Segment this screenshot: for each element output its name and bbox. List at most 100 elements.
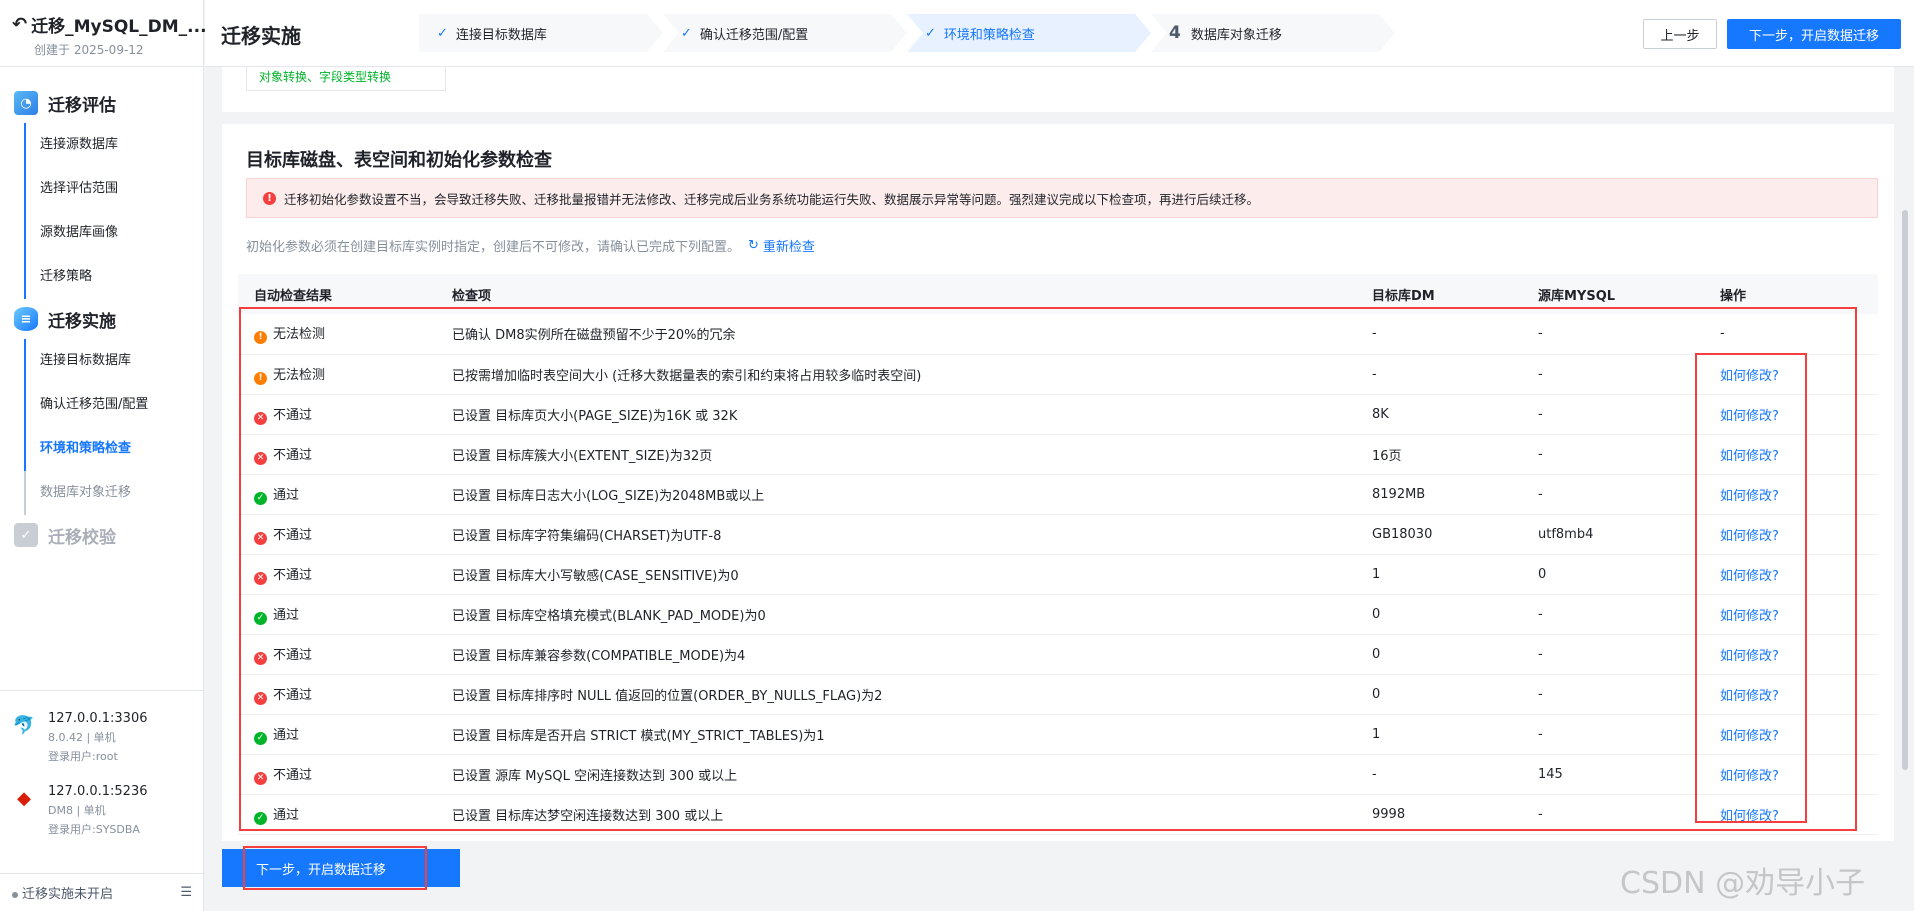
status-fail-icon: ✕ [254,691,267,705]
target-dm-value: 8192MB [1356,474,1522,515]
migration-status: 迁移实施未开启 [12,883,113,902]
refresh-icon[interactable]: ↻ [748,238,759,253]
status-pass-icon: ✓ [254,491,267,505]
watermark: CSDN @劝导小子 [1620,866,1866,901]
how-to-modify-link[interactable]: 如何修改? [1720,489,1779,504]
column-header: 目标库DM [1356,274,1522,314]
table-row: ✕ 不通过 已设置 目标库兼容参数(COMPATIBLE_MODE)为4 0- 如何修改… [238,634,1878,675]
result-text: 不通过 [273,647,313,663]
group-label: 迁移校验 [48,527,116,548]
collapse-icon[interactable]: ☰ [180,885,192,900]
action-cell: 如何修改? [1704,634,1878,675]
group-migration-verification[interactable]: ✓ 迁移校验 [0,515,203,555]
target-dm-value: 8K [1356,394,1522,435]
target-dm-value: 0 [1356,634,1522,675]
action-cell: 如何修改? [1704,794,1878,835]
how-to-modify-link[interactable]: 如何修改? [1720,649,1779,664]
step-label: 连接目标数据库 [455,27,547,43]
scrollbar[interactable] [1902,210,1908,770]
step-connect-target[interactable]: ✓ 连接目标数据库 [419,14,663,52]
result-text: 通过 [273,807,300,823]
assessment-icon: ◔ [14,91,38,115]
project-title: 迁移_MySQL_DM_... [31,17,207,37]
action-cell: 如何修改? [1704,394,1878,435]
result-cell: ✕ 不通过 [238,674,436,715]
source-mysql-value: - [1522,674,1704,715]
how-to-modify-link[interactable]: 如何修改? [1720,729,1779,744]
result-cell: ✕ 不通过 [238,394,436,435]
project-title-row[interactable]: ↶ 迁移_MySQL_DM_... ⌄ [12,12,221,37]
step-object-migration[interactable]: 4 数据库对象迁移 [1151,14,1395,52]
table-header-row: 自动检查结果 检查项 目标库DM 源库MYSQL 操作 [238,274,1878,314]
check-icon: ✓ [437,25,448,41]
status-fail-icon: ✕ [254,771,267,785]
sidebar-item-confirm-scope[interactable]: 确认迁移范围/配置 [26,383,203,427]
table-row: ✕ 不通过 已设置 目标库字符集编码(CHARSET)为UTF-8 GB18030 ut… [238,514,1878,555]
target-dm-value: 1 [1356,714,1522,755]
how-to-modify-link[interactable]: 如何修改? [1720,369,1779,384]
how-to-modify-link[interactable]: 如何修改? [1720,529,1779,544]
result-cell: ✓ 通过 [238,714,436,755]
target-dm-value: 1 [1356,554,1522,595]
table-row: ✕ 不通过 已设置 目标库排序时 NULL 值返回的位置(ORDER_BY_NULL… [238,674,1878,715]
sidebar-item-connect-source[interactable]: 连接源数据库 [26,123,203,167]
source-mysql-value: - [1522,474,1704,515]
how-to-modify-link[interactable]: 如何修改? [1720,409,1779,424]
source-mysql-value: - [1522,634,1704,675]
check-item-cell: 已设置 目标库达梦空闲连接数达到 300 或以上 [436,794,1356,835]
step-confirm-scope[interactable]: ✓ 确认迁移范围/配置 [663,14,907,52]
table-row: ✓ 通过 已设置 目标库日志大小(LOG_SIZE)为2048MB或以上 8192MB… [238,474,1878,515]
step-env-check[interactable]: ✓ 环境和策略检查 [907,14,1151,52]
result-cell: ✕ 不通过 [238,514,436,555]
target-dm-value: 0 [1356,674,1522,715]
step-progress: ✓ 连接目标数据库 ✓ 确认迁移范围/配置 ✓ 环境和策略检查 4 数据库对象迁… [419,14,1395,52]
prev-step-button[interactable]: 上一步 [1643,19,1717,49]
status-fail-icon: ✕ [254,451,267,465]
sidebar-item-object-migration[interactable]: 数据库对象迁移 [26,471,203,515]
how-to-modify-link[interactable]: 如何修改? [1720,809,1779,824]
error-icon: ! [263,191,276,205]
step-label: 确认迁移范围/配置 [699,27,809,43]
source-mysql-value: utf8mb4 [1522,514,1704,555]
status-dot [12,891,18,898]
sidebar-item-select-scope[interactable]: 选择评估范围 [26,167,203,211]
table-row: ! 无法检测 已按需增加临时表空间大小 (迁移大数据量表的索引和约束将占用较多临时表… [238,354,1878,395]
table-row: ✓ 通过 已设置 目标库是否开启 STRICT 模式(MY_STRICT_TABLE… [238,714,1878,755]
source-mysql-value: 145 [1522,754,1704,795]
connection-target[interactable]: ◆ 127.0.0.1:5236 DM8 | 单机 登录用户:SYSDBA [12,784,204,837]
group-migration-assessment[interactable]: ◔ 迁移评估 [0,83,203,123]
connection-source[interactable]: 🐬 127.0.0.1:3306 8.0.42 | 单机 登录用户:root [12,711,204,764]
sidebar-item-connect-target[interactable]: 连接目标数据库 [26,339,203,383]
status-fail-icon: ✕ [254,571,267,585]
check-item-cell: 已设置 目标库兼容参数(COMPATIBLE_MODE)为4 [436,634,1356,675]
how-to-modify-link[interactable]: 如何修改? [1720,769,1779,784]
check-item-cell: 已设置 源库 MySQL 空闲连接数达到 300 或以上 [436,754,1356,795]
status-fail-icon: ✕ [254,651,267,665]
status-pass-icon: ✓ [254,611,267,625]
how-to-modify-link[interactable]: 如何修改? [1720,449,1779,464]
action-cell: 如何修改? [1704,754,1878,795]
connection-user: 登录用户:root [48,750,118,763]
group-label: 迁移实施 [48,311,116,332]
sidebar-footer: 迁移实施未开启 ☰ [0,873,204,911]
next-step-button[interactable]: 下一步，开启数据迁移 [1727,19,1901,49]
group-migration-implementation[interactable]: ≡ 迁移实施 [0,299,203,339]
status-warn-icon: ! [254,331,267,345]
sidebar-item-env-check[interactable]: 环境和策略检查 [26,427,203,471]
next-step-bottom-button[interactable]: 下一步，开启数据迁移 [222,849,460,887]
table-row: ✕ 不通过 已设置 目标库大小写敏感(CASE_SENSITIVE)为0 1 0 如何修改… [238,554,1878,595]
sidebar-item-source-profile[interactable]: 源数据库画像 [26,211,203,255]
result-text: 无法检测 [273,367,326,383]
column-header: 操作 [1704,274,1878,314]
sidebar-item-strategy[interactable]: 迁移策略 [26,255,203,299]
recheck-link[interactable]: 重新检查 [763,236,815,255]
step-label: 数据库对象迁移 [1190,27,1282,43]
result-cell: ✓ 通过 [238,794,436,835]
project-header: ↶ 迁移_MySQL_DM_... ⌄ 创建于 2025-09-12 [0,0,221,67]
how-to-modify-link[interactable]: 如何修改? [1720,569,1779,584]
result-cell: ! 无法检测 [238,354,436,395]
back-arrow-icon[interactable]: ↶ [12,14,27,35]
result-text: 不通过 [273,767,313,783]
how-to-modify-link[interactable]: 如何修改? [1720,609,1779,624]
how-to-modify-link[interactable]: 如何修改? [1720,689,1779,704]
